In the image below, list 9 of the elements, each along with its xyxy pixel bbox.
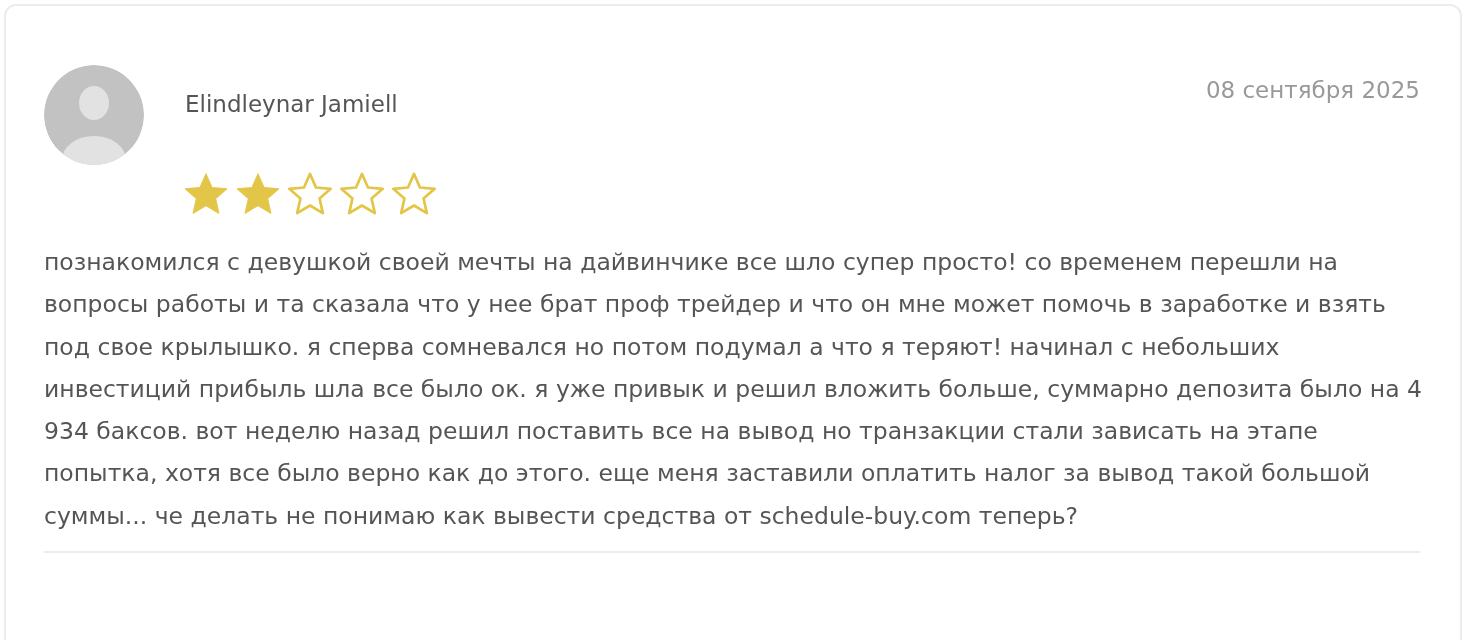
empty-star-icon (339, 171, 385, 217)
avatar-icon (44, 65, 144, 165)
review-date: 08 сентября 2025 (1205, 76, 1420, 103)
review-text: познакомился с девушкой своей мечты на дайвинчике все шло супер просто! со временем перешли на вопросы работы и та сказала что у нее брат проф трейдер и что он мне может помочь в заработке и взять под свое крылышко. я сперва сомневался но потом подумал а что я теряют! начинал с небольших инвестиций прибыль шла все было ок. я уже привык и решил вложить больше, суммарно депозита было на 4 934 баксов. вот неделю назад решил поставить все на вывод но транзакции стали зависать на этапе попытка, хотя все было верно как до этого. еще меня заставили оплатить налог за вывод такой большой суммы... че делать не понимаю как вывести средства от schedule-buy.com теперь? (44, 247, 1422, 532)
empty-star-icon (287, 171, 333, 217)
filled-star-icon (235, 171, 281, 217)
filled-star-icon (183, 171, 229, 217)
author-name: Elindleynar Jamiell (185, 90, 399, 119)
empty-star-icon (391, 171, 437, 217)
